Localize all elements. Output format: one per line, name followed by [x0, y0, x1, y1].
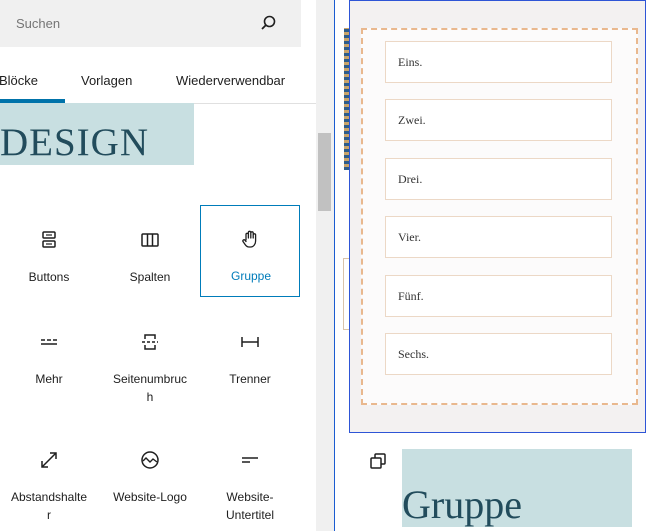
block-buttons[interactable]: Buttons: [0, 206, 99, 298]
grab-hand-icon: [242, 230, 257, 248]
inserter-scrollbar[interactable]: [316, 0, 334, 531]
block-label: Website-Untertitel: [225, 490, 275, 522]
duplicate-icon[interactable]: [368, 451, 388, 471]
gruppe-heading-block[interactable]: Gruppe: [402, 449, 632, 527]
item-text: Zwei.: [398, 113, 426, 127]
block-abstandshalter[interactable]: Abstandshalte r: [0, 426, 99, 522]
list-item[interactable]: Vier.: [385, 216, 612, 258]
search-input[interactable]: [0, 0, 276, 47]
tab-wiederverwendbar[interactable]: Wiederverwendbar: [176, 60, 285, 103]
more-icon: [41, 339, 57, 345]
item-text: Vier.: [398, 230, 421, 244]
block-label: Seitenumbruc h: [112, 372, 188, 404]
search-bar: [0, 0, 301, 47]
search-icon[interactable]: [259, 14, 277, 32]
list-item[interactable]: Eins.: [385, 41, 612, 83]
block-mehr[interactable]: Mehr: [0, 308, 99, 400]
page-break-icon: [142, 334, 158, 350]
item-text: Drei.: [398, 172, 423, 186]
spacer-icon: [41, 452, 57, 468]
block-label: Mehr: [35, 372, 63, 386]
block-trenner[interactable]: Trenner: [200, 308, 300, 400]
item-text: Eins.: [398, 55, 423, 69]
gruppe-heading-text: Gruppe: [402, 482, 522, 527]
block-gruppe[interactable]: Gruppe: [200, 205, 300, 297]
design-category-heading: DESIGN: [0, 103, 194, 165]
block-seitenumbruch[interactable]: Seitenumbruc h: [100, 308, 200, 404]
site-logo-icon: [141, 451, 159, 469]
list-item[interactable]: Drei.: [385, 158, 612, 200]
tab-vorlagen[interactable]: Vorlagen: [81, 60, 132, 103]
separator-icon: [241, 337, 259, 347]
block-label: Website-Logo: [113, 490, 187, 504]
item-text: Fünf.: [398, 289, 424, 303]
block-spalten[interactable]: Spalten: [100, 206, 200, 298]
block-website-untertitel[interactable]: Website-Untertitel: [200, 426, 300, 522]
tab-bloecke[interactable]: Blöcke: [0, 60, 65, 103]
list-item[interactable]: Fünf.: [385, 275, 612, 317]
buttons-icon: [42, 231, 56, 248]
list-item[interactable]: Zwei.: [385, 99, 612, 141]
block-label: Buttons: [28, 270, 70, 284]
block-label: Abstandshalte r: [10, 490, 88, 522]
block-label: Spalten: [129, 270, 171, 284]
scrollbar-thumb[interactable]: [318, 133, 331, 211]
inserter-tabs: Blöcke Vorlagen Wiederverwendbar: [0, 60, 316, 104]
site-tagline-icon: [242, 457, 258, 463]
design-heading-text: DESIGN: [0, 121, 149, 164]
block-inserter-panel: Blöcke Vorlagen Wiederverwendbar DESIGN …: [0, 0, 316, 531]
item-text: Sechs.: [398, 347, 429, 361]
block-label: Trenner: [229, 372, 271, 386]
list-item[interactable]: Sechs.: [385, 333, 612, 375]
columns-icon: [141, 233, 159, 247]
block-label: Gruppe: [230, 269, 272, 283]
block-website-logo[interactable]: Website-Logo: [100, 426, 200, 518]
